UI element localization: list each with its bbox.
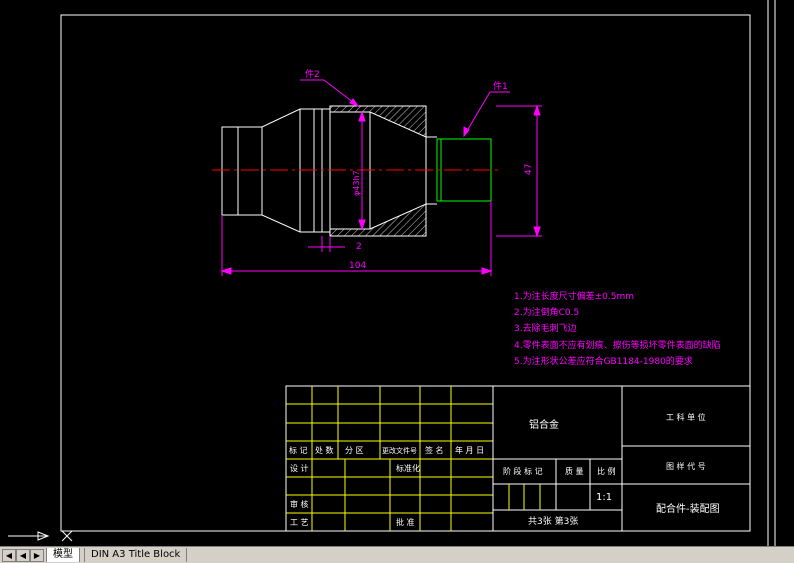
rev-header-count: 处 数 — [315, 445, 334, 455]
note-1: 1.为注长度尺寸偏差±0.5mm — [514, 290, 634, 302]
rev-header-date: 年 月 日 — [455, 445, 484, 455]
ucs-icon — [8, 530, 73, 542]
designer-label: 设 计 — [290, 463, 309, 473]
part-1-label: 件1 — [493, 80, 508, 92]
standardization-label: 标准化 — [396, 463, 420, 473]
weight-label: 质 量 — [565, 466, 584, 476]
cad-drawing: 件2 件1 φ43h7 47 2 104 1.为注长度尺寸偏差±0.5mm 2.… — [8, 0, 776, 546]
scale-value: 1:1 — [596, 492, 612, 503]
cup-section — [329, 105, 437, 237]
sheet-count: 共3张 第3张 — [528, 515, 578, 527]
process-label: 工 艺 — [290, 518, 309, 527]
drawing-canvas[interactable]: 件2 件1 φ43h7 47 2 104 1.为注长度尺寸偏差±0.5mm 2.… — [0, 0, 794, 546]
rev-header-zone: 分 区 — [345, 446, 364, 455]
ratio-label: 比 例 — [597, 466, 616, 476]
drawing-no-label: 图 样 代 号 — [666, 461, 706, 471]
material-text: 铝合金 — [529, 418, 559, 431]
layout-tab-bar: ◀ ◀ ▶ 模型 DIN A3 Title Block — [0, 546, 794, 563]
diameter-dim-label: φ43h7 — [352, 170, 361, 196]
tab-prev-button[interactable]: ◀ — [16, 549, 30, 562]
technical-notes: 1.为注长度尺寸偏差±0.5mm 2.为注倒角C0.5 3.去除毛刺飞边 4.零… — [514, 290, 721, 367]
drawing-name: 配合件-装配图 — [656, 502, 720, 515]
rev-header-mark: 标 记 — [289, 445, 308, 455]
gap-dim-label: 2 — [356, 242, 362, 252]
part-2-label: 件2 — [305, 68, 320, 80]
company-label: 工 科 单 位 — [666, 412, 706, 422]
approve-label: 批 准 — [396, 517, 415, 527]
rev-header-docno: 更改文件号 — [382, 446, 417, 455]
height-dim-label: 47 — [524, 164, 534, 175]
note-3: 3.去除毛刺飞边 — [514, 322, 577, 334]
note-5: 5.为注形状公差应符合GB1184-1980的要求 — [514, 355, 693, 367]
review-label: 审 核 — [290, 499, 309, 509]
note-2: 2.为注倒角C0.5 — [514, 306, 579, 318]
tab-next-button[interactable]: ▶ — [30, 549, 44, 562]
rev-header-sign: 签 名 — [425, 445, 444, 455]
tab-first-button[interactable]: ◀ — [2, 549, 16, 562]
length-dim-label: 104 — [349, 261, 366, 271]
tab-model[interactable]: 模型 — [46, 548, 80, 562]
stage-label: 阶 段 标 记 — [503, 466, 543, 476]
note-4: 4.零件表面不应有划痕、擦伤等损坏零件表面的缺陷 — [514, 339, 721, 351]
tab-layout[interactable]: DIN A3 Title Block — [84, 548, 188, 562]
